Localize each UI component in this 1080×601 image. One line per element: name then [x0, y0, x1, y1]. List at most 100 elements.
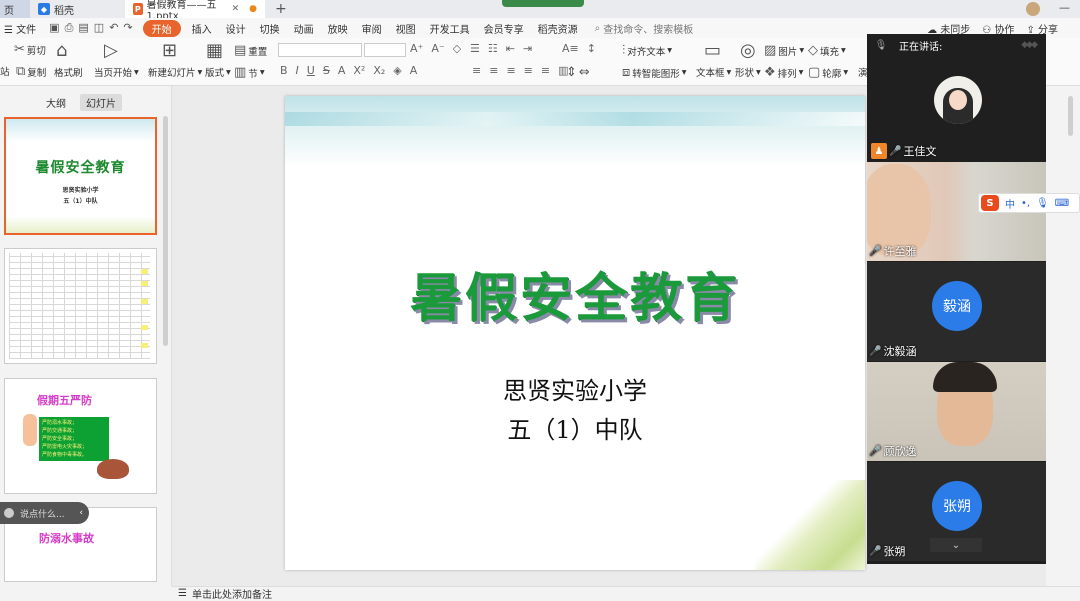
shape-button[interactable]: 形状 ▾	[735, 65, 761, 80]
menu-design[interactable]: 设计	[219, 21, 253, 36]
export-icon[interactable]: ⎙	[65, 21, 74, 35]
fill-button[interactable]: ◇ 填充 ▾	[808, 43, 846, 58]
arrange-button[interactable]: ❖ 排列 ▾	[764, 65, 803, 80]
punctuation-icon[interactable]: •,	[1021, 198, 1030, 209]
canvas-scrollbar[interactable]	[1068, 96, 1073, 136]
save-icon[interactable]: ▣	[49, 21, 59, 35]
new-tab-button[interactable]: +	[265, 1, 297, 17]
tab-outline[interactable]: 大纲	[40, 94, 72, 111]
user-avatar[interactable]	[1026, 2, 1040, 16]
image-button[interactable]: ▨ 图片 ▾	[764, 43, 804, 58]
copy-button[interactable]: ⧉ 复制	[16, 64, 46, 79]
comment-bubble[interactable]: 说点什么... ‹	[0, 502, 89, 524]
font-size-select[interactable]	[364, 43, 406, 57]
slide-thumbnail-2[interactable]	[4, 248, 157, 364]
voice-icon[interactable]: 🎙	[1036, 198, 1049, 209]
menu-transition[interactable]: 切换	[253, 21, 287, 36]
menu-view[interactable]: 视图	[389, 21, 423, 36]
slide-thumbnail-3[interactable]: 假期五严防 严防溺水事故； 严防交通事故； 严防安全事故； 严防雷电火灾事故； …	[4, 378, 157, 494]
new-slide-button[interactable]: 新建幻灯片 ▾	[148, 65, 202, 80]
menu-slideshow[interactable]: 放映	[321, 21, 355, 36]
chevron-down-icon[interactable]: ⌄	[930, 538, 982, 552]
slide-subtitle-school[interactable]: 思贤实验小学	[285, 371, 865, 406]
grow-font-icon[interactable]: A⁺	[410, 42, 423, 55]
participant-tile[interactable]: 毅涵 🎤 沈毅涵	[867, 262, 1046, 361]
meeting-status-pill[interactable]	[502, 0, 584, 7]
numbering-icon[interactable]: ☷	[488, 42, 498, 55]
play-from-current-label: 当页开始	[94, 68, 133, 79]
superscript-icon[interactable]: X²	[353, 64, 365, 77]
preview-icon[interactable]: ◫	[94, 21, 104, 35]
tab-docer[interactable]: ◆ 稻壳	[30, 0, 125, 18]
title-bar: 页 ◆ 稻壳 P 暑假教育——五1.pptx ✕ ● + —	[0, 0, 1080, 22]
shadow-icon[interactable]: A	[338, 64, 346, 77]
tab-slides[interactable]: 幻灯片	[80, 94, 122, 111]
command-search[interactable]: ⌕ 查找命令、搜索模板	[585, 21, 694, 36]
justify-icon[interactable]: ≡	[524, 64, 533, 77]
reset-button[interactable]: ▤ 重置	[234, 43, 267, 58]
print-icon[interactable]: ▤	[78, 21, 88, 35]
undo-icon[interactable]: ↶	[109, 21, 118, 35]
paste-button[interactable]: 站	[0, 64, 10, 78]
menu-file[interactable]: ☰ 文件	[0, 21, 43, 36]
distribute-icon[interactable]: ≡	[541, 64, 550, 77]
menu-member[interactable]: 会员专享	[477, 21, 531, 36]
ime-toolbar[interactable]: S 中 •, 🎙 ⌨	[978, 193, 1080, 213]
convert-smartart-button[interactable]: ⧈ 转智能图形 ▾	[622, 65, 687, 80]
cut-button[interactable]: ✂ 剪切	[14, 42, 46, 57]
align-left-icon[interactable]: ≡	[472, 64, 481, 77]
indent-left-icon[interactable]: ⇤	[506, 42, 515, 55]
keyboard-icon[interactable]: ⌨	[1055, 198, 1069, 209]
italic-icon[interactable]: I	[296, 64, 299, 77]
avatar-face	[949, 90, 967, 110]
paste-label: 站	[0, 67, 10, 78]
slide-title[interactable]: 暑假安全教育	[285, 256, 865, 331]
slide-thumbnail-1[interactable]: 暑假安全教育 思贤实验小学 五（1）中队	[4, 117, 157, 235]
paragraph-tools-bottom: ≡ ≡ ≡ ≡ ≡ ▥	[472, 64, 569, 77]
participant-tile[interactable]: ♟ 🎤 王佳文	[867, 62, 1046, 161]
section-button[interactable]: ▥ 节 ▾	[234, 65, 265, 80]
clear-format-icon[interactable]: ◇	[453, 42, 461, 55]
line-spacing-button[interactable]: ⇕ ⇔	[566, 65, 590, 80]
outline-button[interactable]: ▢ 轮廓 ▾	[808, 65, 848, 80]
shrink-font-icon[interactable]: A⁻	[431, 42, 444, 55]
bold-icon[interactable]: B	[280, 64, 288, 77]
font-color-icon[interactable]: A	[410, 64, 418, 77]
menu-animation[interactable]: 动画	[287, 21, 321, 36]
notes-bar[interactable]: ☰ 单击此处添加备注	[172, 586, 1080, 601]
participant-tile[interactable]: 🎤 顾欣逸	[867, 362, 1046, 461]
panel-scrollbar[interactable]	[163, 116, 168, 346]
format-painter-button[interactable]: 格式刷	[54, 65, 83, 79]
copy-icon: ⧉	[16, 64, 26, 79]
textbox-button[interactable]: 文本框 ▾	[696, 65, 731, 80]
font-family-select[interactable]	[278, 43, 362, 57]
align-center-icon[interactable]: ≡	[489, 64, 498, 77]
tab-home[interactable]: 页	[0, 0, 30, 18]
text-effect-icon[interactable]: ◈	[393, 64, 401, 77]
current-slide[interactable]: 暑假安全教育 思贤实验小学 五（1）中队	[285, 96, 865, 570]
menu-docer-resources[interactable]: 稻壳资源	[531, 21, 585, 36]
tab-document[interactable]: P 暑假教育——五1.pptx ✕ ●	[125, 0, 265, 22]
menu-developer[interactable]: 开发工具	[423, 21, 477, 36]
align-right-icon[interactable]: ≡	[506, 64, 515, 77]
menu-insert[interactable]: 插入	[185, 21, 219, 36]
collapse-chevron-icon[interactable]: ‹	[79, 508, 83, 518]
layout-button[interactable]: 版式 ▾	[205, 65, 231, 80]
slide-subtitle-class[interactable]: 五（1）中队	[285, 410, 865, 445]
line-spacing-icon[interactable]: ↕	[587, 42, 596, 55]
underline-icon[interactable]: U	[307, 64, 315, 77]
subscript-icon[interactable]: X₂	[373, 64, 385, 77]
strikethrough-icon[interactable]: S	[323, 64, 330, 77]
menu-start[interactable]: 开始	[142, 19, 181, 37]
align-text-button[interactable]: ⫶ 对齐文本 ▾	[622, 43, 672, 58]
redo-icon[interactable]: ↷	[123, 21, 132, 35]
minimize-icon[interactable]: —	[1059, 1, 1070, 14]
text-direction-icon[interactable]: A≡	[562, 42, 579, 55]
microphone-icon[interactable]: 🎙	[873, 40, 889, 51]
indent-right-icon[interactable]: ⇥	[523, 42, 532, 55]
ime-mode[interactable]: 中	[1005, 196, 1015, 211]
play-from-current-button[interactable]: 当页开始 ▾	[94, 65, 139, 80]
tab-close-icon[interactable]: ✕	[232, 4, 240, 14]
bullets-icon[interactable]: ☰	[470, 42, 480, 55]
menu-review[interactable]: 审阅	[355, 21, 389, 36]
